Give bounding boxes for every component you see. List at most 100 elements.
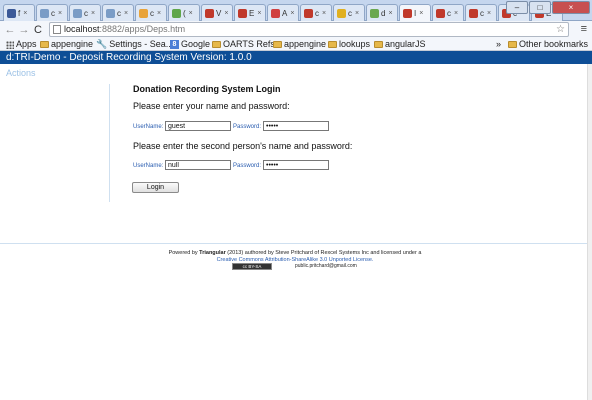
bookmark-angularjs[interactable]: angularJS: [374, 38, 426, 51]
tab-close-icon[interactable]: ×: [157, 10, 161, 17]
browser-tab[interactable]: c×: [135, 4, 167, 21]
browser-tab[interactable]: c×: [333, 4, 365, 21]
maximize-button[interactable]: □: [529, 1, 551, 14]
actions-link[interactable]: Actions: [6, 68, 36, 78]
browser-tab[interactable]: c×: [465, 4, 497, 21]
login-button[interactable]: Login: [132, 182, 179, 193]
browser-tab-strip: f×c×c×c×c×(×V×E×A×c×c×d×I×c×c×c×E× – □ ×: [0, 0, 592, 22]
browser-tab[interactable]: V ×: [201, 4, 233, 21]
page-icon: [53, 25, 61, 34]
tab-close-icon[interactable]: ×: [355, 10, 359, 17]
tab-favicon-icon: [172, 8, 181, 18]
tab-close-icon[interactable]: ×: [23, 10, 27, 17]
minimize-button[interactable]: –: [506, 1, 528, 14]
tab-close-icon[interactable]: ×: [91, 10, 95, 17]
tab-favicon-icon: [370, 8, 379, 18]
bookmark-appengine[interactable]: appengine: [40, 38, 93, 51]
bookmark-apps[interactable]: Apps: [6, 38, 37, 51]
tab-label: I: [414, 9, 417, 18]
bookmark-lookups[interactable]: lookups: [328, 38, 370, 51]
tab-close-icon[interactable]: ×: [224, 10, 228, 17]
tab-favicon-icon: [238, 8, 247, 18]
tab-label: c: [51, 8, 55, 18]
tab-close-icon[interactable]: ×: [454, 10, 458, 17]
bookmark-settings[interactable]: 🔧 Settings - Sea...: [96, 38, 173, 51]
browser-tab[interactable]: E×: [234, 4, 266, 21]
second-password-input[interactable]: [263, 160, 329, 170]
tab-favicon-icon: [7, 8, 16, 18]
window-controls: – □ ×: [506, 1, 590, 14]
vertical-scrollbar[interactable]: [587, 64, 592, 400]
tab-label: E: [249, 8, 255, 18]
folder-icon: [273, 41, 282, 48]
tab-close-icon[interactable]: ×: [124, 10, 128, 17]
forward-button[interactable]: →: [17, 23, 31, 37]
browser-tab[interactable]: A ×: [267, 4, 299, 21]
url-path: :8882/apps/Deps.htm: [99, 24, 186, 34]
tab-favicon-icon: [271, 8, 280, 18]
tab-close-icon[interactable]: ×: [257, 10, 261, 17]
browser-tab[interactable]: I ×: [399, 4, 431, 22]
username-input[interactable]: [165, 121, 231, 131]
bookmark-label: Settings - Sea...: [109, 39, 174, 49]
second-username-label: UserName:: [133, 163, 164, 169]
bookmark-google[interactable]: 8 Google: [170, 38, 210, 51]
bookmark-label: appengine: [51, 39, 94, 49]
browser-tab[interactable]: f ×: [3, 4, 35, 21]
tab-label: A: [282, 8, 288, 18]
close-window-button[interactable]: ×: [552, 1, 590, 14]
tab-favicon-icon: [139, 8, 148, 18]
wrench-icon: 🔧: [96, 39, 108, 49]
footer-credit: (2013) authored by Steve Pritchard of Re…: [227, 250, 422, 256]
tab-label: c: [117, 8, 121, 18]
address-bar[interactable]: localhost:8882/apps/Deps.htm ☆: [49, 22, 569, 37]
browser-tab[interactable]: d ×: [366, 4, 398, 21]
powered-by-text: Powered by: [168, 250, 198, 256]
tab-close-icon[interactable]: ×: [58, 10, 62, 17]
password-label: Password:: [233, 124, 262, 130]
reload-button[interactable]: C: [31, 23, 45, 37]
tab-favicon-icon: [73, 8, 82, 18]
password-input[interactable]: [263, 121, 329, 131]
tab-close-icon[interactable]: ×: [322, 10, 326, 17]
browser-tab[interactable]: c×: [432, 4, 464, 21]
footer: Powered by Triangular (2013) authored by…: [60, 250, 530, 263]
browser-tab[interactable]: (×: [168, 4, 200, 21]
cc-license-badge[interactable]: cc BY-SA: [232, 263, 272, 270]
browser-tab[interactable]: c×: [69, 4, 101, 21]
folder-icon: [328, 41, 337, 48]
tab-close-icon[interactable]: ×: [189, 10, 193, 17]
browser-menu-icon[interactable]: ≡: [581, 23, 587, 35]
bookmark-appengine-2[interactable]: appengine: [273, 38, 326, 51]
apps-icon: [6, 40, 14, 49]
second-username-input[interactable]: [165, 160, 231, 170]
tab-favicon-icon: [469, 8, 478, 18]
folder-icon: [508, 41, 517, 48]
browser-tab[interactable]: c×: [36, 4, 68, 21]
tab-close-icon[interactable]: ×: [487, 10, 491, 17]
browser-tab[interactable]: c×: [102, 4, 134, 21]
tab-label: (: [183, 8, 186, 18]
tab-favicon-icon: [337, 8, 346, 18]
bookmarks-overflow-button[interactable]: »: [496, 38, 501, 51]
tab-close-icon[interactable]: ×: [419, 10, 423, 17]
tab-label: c: [150, 8, 154, 18]
browser-tab[interactable]: c×: [300, 4, 332, 21]
other-bookmarks[interactable]: Other bookmarks: [508, 38, 588, 51]
bookmark-star-icon[interactable]: ☆: [556, 23, 565, 36]
tab-close-icon[interactable]: ×: [388, 10, 392, 17]
tab-label: V: [216, 8, 222, 18]
login-title: Donation Recording System Login: [133, 84, 281, 94]
tab-close-icon[interactable]: ×: [290, 10, 294, 17]
tab-label: d: [381, 8, 386, 18]
bookmark-label: angularJS: [385, 39, 426, 49]
tab-favicon-icon: [205, 8, 214, 18]
tab-label: c: [447, 8, 451, 18]
bookmark-label: Apps: [16, 39, 37, 49]
bookmark-oarts-refs[interactable]: OARTS Refs: [212, 38, 275, 51]
browser-toolbar: ← → C localhost:8882/apps/Deps.htm ☆ ≡: [0, 21, 592, 38]
second-password-label: Password:: [233, 163, 262, 169]
folder-icon: [40, 41, 49, 48]
back-button[interactable]: ←: [3, 23, 17, 37]
page-content: [0, 64, 587, 400]
